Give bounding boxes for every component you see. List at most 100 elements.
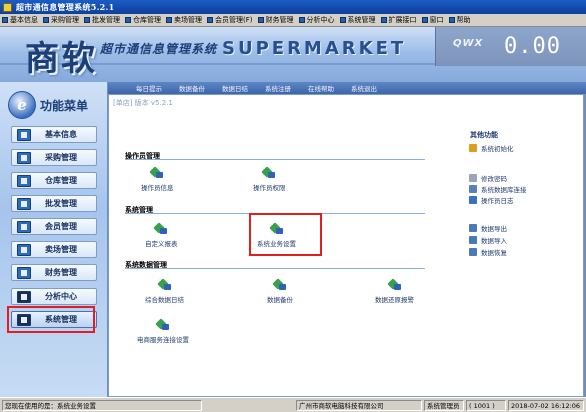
purchase-icon	[43, 17, 49, 23]
sidebar-title: 功能菜单	[40, 98, 89, 113]
sidebar-item-member[interactable]: 会员管理	[11, 218, 97, 235]
version-label: [单店] 版本 v5.2.1	[113, 99, 173, 107]
daily-settlement-icon	[156, 278, 171, 291]
menu-system[interactable]: 系统管理	[338, 14, 379, 27]
nav-register[interactable]: 系统注册	[265, 83, 291, 93]
analysis-icon	[17, 290, 31, 303]
restore-alarm-icon	[386, 278, 401, 291]
help-icon	[448, 17, 455, 23]
sidebar-item-wholesale[interactable]: 批发管理	[11, 195, 97, 212]
import-icon	[469, 236, 477, 244]
func-daily-settlement[interactable]: 综合数据日结	[145, 278, 184, 304]
operator-info-icon	[149, 166, 164, 179]
display-amount: 0.00	[504, 34, 561, 59]
func-operator-log[interactable]: 操作员日志	[469, 195, 514, 205]
menu-purchase[interactable]: 采购管理	[41, 14, 82, 27]
menu-bar: 基本信息 采购管理 批发管理 仓库管理 卖场管理 会员管理(F) 财务管理 分析…	[0, 14, 586, 27]
func-operator-permission[interactable]: 操作员权限	[253, 166, 286, 192]
func-ecommerce-connection[interactable]: 电商服务连接设置	[137, 318, 189, 344]
menu-warehouse[interactable]: 仓库管理	[123, 14, 164, 27]
func-system-init[interactable]: 系统初始化	[469, 143, 514, 153]
func-data-export[interactable]: 数据导出	[469, 223, 507, 233]
sidebar-item-store[interactable]: 卖场管理	[11, 241, 97, 258]
status-company: 广州市商软电脑科技有限公司	[296, 400, 422, 411]
basic-info-icon	[17, 128, 31, 141]
display-logo-text: QWX	[453, 38, 484, 49]
section-divider	[125, 159, 425, 160]
sidebar: e 功能菜单 基本信息 采购管理 仓库管理 批发管理 会员管理 卖场管理 财务管…	[0, 82, 108, 397]
section-divider	[125, 268, 425, 269]
menu-analysis[interactable]: 分析中心	[297, 14, 338, 27]
func-change-password[interactable]: 修改密码	[469, 173, 507, 183]
nav-daily-close[interactable]: 数据日结	[222, 83, 248, 93]
status-user: 系统管理员	[424, 400, 464, 411]
log-icon	[469, 196, 477, 204]
sidebar-item-warehouse[interactable]: 仓库管理	[11, 172, 97, 189]
window-title: 超市通信息管理系统5.2.1	[16, 1, 115, 12]
sidebar-item-purchase[interactable]: 采购管理	[11, 149, 97, 166]
menu-extension[interactable]: 扩展接口	[379, 14, 420, 27]
status-current-module: 您现在使用的是：系统业务设置	[2, 400, 202, 411]
sidebar-item-finance[interactable]: 财务管理	[11, 264, 97, 281]
member-icon	[207, 17, 213, 23]
password-icon	[469, 174, 477, 182]
quick-nav: 每日提示 数据备份 数据日结 系统注册 在线帮助 系统退出	[108, 82, 586, 94]
member-icon	[17, 220, 31, 233]
menu-finance[interactable]: 财务管理	[256, 14, 297, 27]
warehouse-icon	[17, 174, 31, 187]
custom-report-icon	[153, 222, 168, 235]
nav-exit[interactable]: 系统退出	[351, 83, 377, 93]
finance-icon	[257, 17, 264, 23]
content-highlight-box	[249, 213, 322, 256]
sidebar-header: e 功能菜单	[8, 91, 88, 119]
basic-info-icon	[2, 17, 8, 23]
menu-basic-info[interactable]: 基本信息	[0, 14, 41, 27]
main-panel: [单店] 版本 v5.2.1 操作员管理 操作员信息 操作员权限 系统管理 自定…	[108, 94, 584, 397]
store-icon	[166, 17, 172, 23]
purchase-icon	[17, 151, 31, 164]
finance-icon	[17, 266, 31, 279]
nav-data-backup[interactable]: 数据备份	[179, 83, 205, 93]
sidebar-logo-icon: e	[8, 91, 36, 119]
amount-display: QWX 0.00	[435, 27, 586, 66]
brand-logo-text: 商软	[25, 39, 97, 79]
status-datetime: 2018-07-02 16:12:06	[508, 400, 584, 411]
menu-member[interactable]: 会员管理(F)	[205, 14, 256, 27]
title-bar: 超市通信息管理系统5.2.1	[0, 0, 586, 14]
menu-store[interactable]: 卖场管理	[164, 14, 205, 27]
func-data-import[interactable]: 数据导入	[469, 235, 507, 245]
func-operator-info[interactable]: 操作员信息	[141, 166, 174, 192]
banner-subtitle: 超市通信息管理系统	[100, 42, 218, 56]
system-icon	[339, 17, 346, 23]
wholesale-icon	[17, 197, 31, 210]
func-data-backup[interactable]: 数据备份	[267, 278, 293, 304]
warehouse-icon	[125, 17, 131, 23]
func-db-connection[interactable]: 系统数据库连接	[469, 184, 527, 194]
banner-english-title: SUPERMARKET	[222, 38, 407, 59]
export-icon	[469, 224, 477, 232]
operator-permission-icon	[261, 166, 276, 179]
window-icon	[421, 17, 428, 23]
app-icon	[3, 2, 12, 12]
menu-wholesale[interactable]: 批发管理	[82, 14, 123, 27]
key-icon	[469, 144, 477, 152]
extension-icon	[380, 17, 387, 23]
nav-daily-tip[interactable]: 每日提示	[136, 83, 162, 93]
func-data-restore[interactable]: 数据恢复	[469, 247, 507, 257]
sidebar-item-basic-info[interactable]: 基本信息	[11, 126, 97, 143]
status-bar: 您现在使用的是：系统业务设置 广州市商软电脑科技有限公司 系统管理员 ( 100…	[0, 397, 586, 412]
ecommerce-connection-icon	[155, 318, 169, 331]
analysis-icon	[298, 17, 305, 23]
menu-help[interactable]: 帮助	[447, 14, 474, 27]
database-icon	[469, 185, 477, 193]
func-restore-alarm[interactable]: 数据还原报警	[375, 278, 414, 304]
menu-window[interactable]: 窗口	[420, 14, 447, 27]
store-icon	[17, 243, 31, 256]
sidebar-highlight-box	[7, 306, 95, 333]
other-functions-title: 其他功能	[470, 131, 498, 139]
func-custom-report[interactable]: 自定义报表	[145, 222, 178, 248]
nav-online-help[interactable]: 在线帮助	[308, 83, 334, 93]
status-user-id: ( 1001 )	[466, 400, 506, 411]
restore-icon	[469, 248, 477, 256]
sidebar-item-analysis[interactable]: 分析中心	[11, 288, 97, 305]
